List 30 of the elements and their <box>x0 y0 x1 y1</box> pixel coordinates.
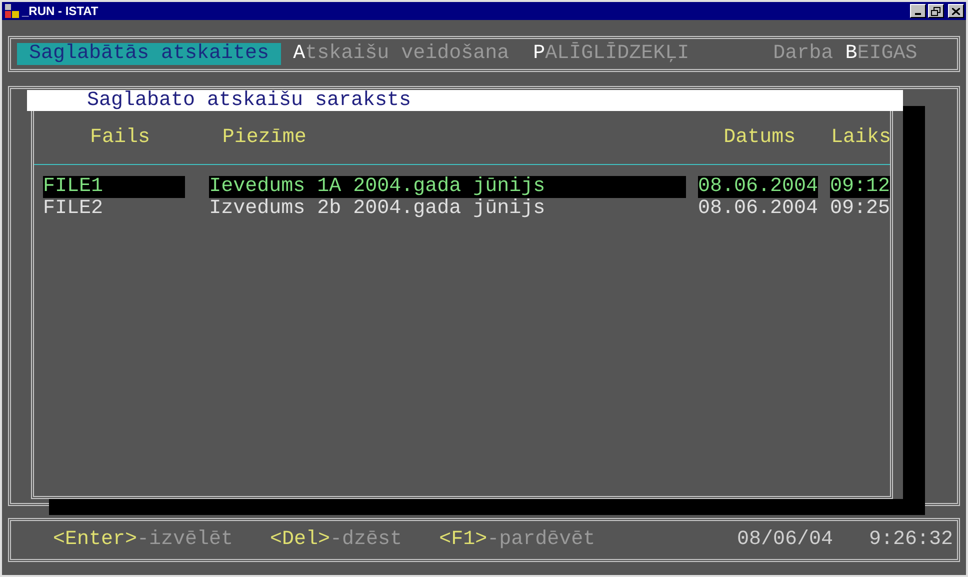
restore-icon <box>931 6 941 16</box>
column-header: Fails <box>89 126 152 148</box>
minimize-icon <box>915 13 921 15</box>
column-header: Laiks <box>830 126 890 148</box>
shortcut-hint: <F1>-pardēvēt <box>439 529 596 551</box>
table-cell[interactable]: 09:25 <box>830 198 890 220</box>
menu-item[interactable]: PALĪGLĪDZEKĻI <box>521 43 702 65</box>
menu-item[interactable]: Darba BEIGAS <box>761 43 930 65</box>
table-cell[interactable]: FILE2 <box>43 198 186 220</box>
table-cell[interactable]: Ievedums 1A 2004.gada jūnijs <box>209 176 686 198</box>
table-cell[interactable]: 08.06.2004 <box>698 198 818 220</box>
table-cell[interactable]: FILE1 <box>43 176 186 198</box>
close-button[interactable] <box>948 4 964 18</box>
window-title: _RUN - ISTAT <box>22 3 100 20</box>
time-text: 9:26:32 <box>868 529 953 551</box>
panel-title: Saglabato atskaišu saraksts <box>27 90 903 111</box>
date-text: 08/06/04 <box>736 529 833 551</box>
close-icon <box>952 8 960 14</box>
shortcut-hint: <Del>-dzēst <box>270 529 402 551</box>
menu-item[interactable]: Saglabātās atskaites <box>17 43 282 65</box>
table-cell[interactable]: 09:12 <box>830 176 890 198</box>
minimize-button[interactable] <box>910 4 926 18</box>
restore-button[interactable] <box>928 4 944 18</box>
app-icon <box>4 3 20 19</box>
column-header: Piezīme <box>221 126 308 148</box>
table-cell[interactable]: Izvedums 2b 2004.gada jūnijs <box>209 198 686 220</box>
menu-item[interactable]: Atskaišu veidošana <box>281 43 522 65</box>
shortcut-hint: <Enter>-izvēlēt <box>53 529 234 551</box>
table-cell[interactable]: 08.06.2004 <box>698 176 818 198</box>
column-header: Datums <box>722 126 797 148</box>
